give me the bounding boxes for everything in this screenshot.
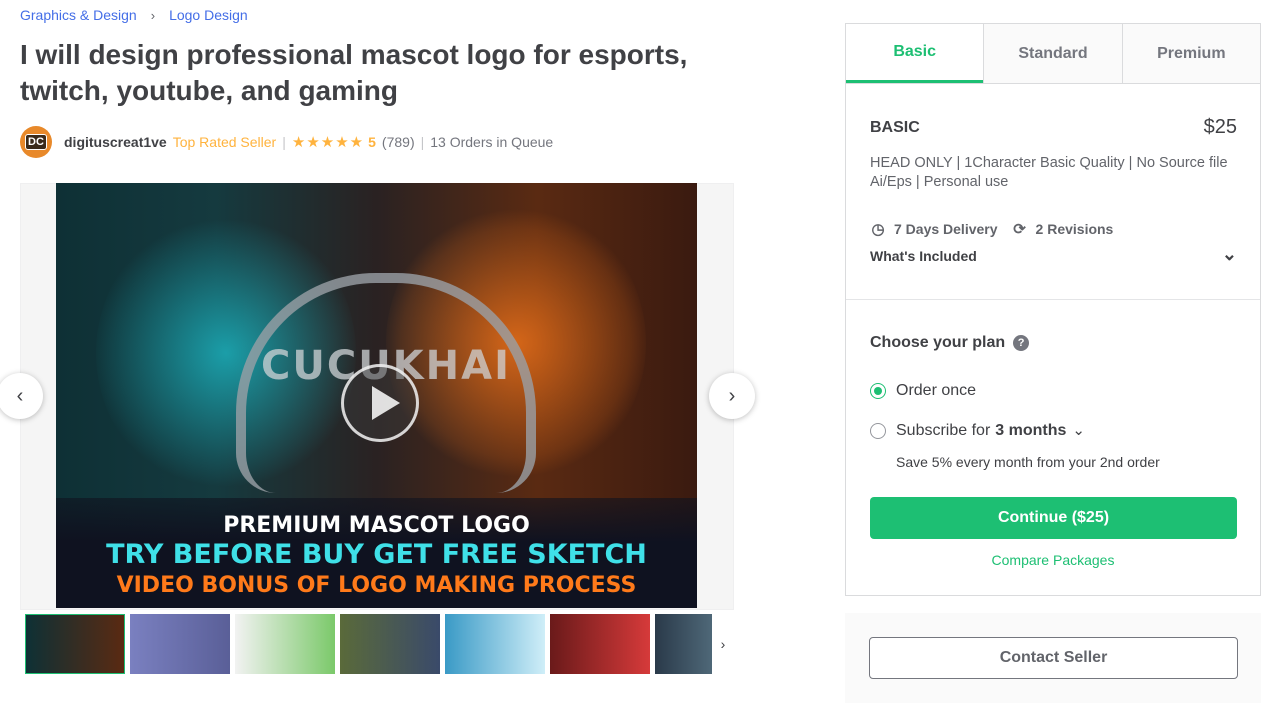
breadcrumb-category[interactable]: Graphics & Design <box>20 7 137 23</box>
promo-line-2: TRY BEFORE BUY GET FREE SKETCH <box>106 539 647 570</box>
rating-score: 5 <box>368 134 376 150</box>
tab-basic[interactable]: Basic <box>846 24 984 83</box>
chevron-down-icon: ⌄ <box>1072 422 1085 439</box>
chevron-right-icon: › <box>720 636 726 652</box>
package-price: $25 <box>1203 116 1237 138</box>
promo-line-1: PREMIUM MASCOT LOGO <box>223 513 530 538</box>
revisions-count: 2 Revisions <box>1035 221 1114 237</box>
whats-included-label: What's Included <box>870 248 977 264</box>
choose-plan-label: Choose your plan <box>870 334 1006 351</box>
subscribe-label: Subscribe for <box>896 422 991 439</box>
breadcrumb: Graphics & Design › Logo Design <box>20 7 248 23</box>
refresh-icon: ⟳ <box>1013 221 1026 238</box>
panel-divider <box>846 299 1260 300</box>
star-rating-icon: ★★★★★ <box>291 134 365 151</box>
gallery-thumbnail[interactable] <box>130 614 230 674</box>
subscribe-radio[interactable] <box>870 423 886 439</box>
package-tabs: Basic Standard Premium <box>846 24 1260 84</box>
package-name: BASIC <box>870 118 920 136</box>
gallery-main-image[interactable]: CUCUKHAI PREMIUM MASCOT LOGO TRY BEFORE … <box>56 183 697 608</box>
chevron-left-icon: ‹ <box>16 384 24 407</box>
contact-seller-section: Contact Seller <box>845 613 1261 703</box>
choose-plan-heading: Choose your plan ? <box>870 334 1030 352</box>
subscribe-option[interactable]: Subscribe for 3 months ⌄ <box>870 422 1085 440</box>
order-once-label: Order once <box>896 382 977 399</box>
continue-button[interactable]: Continue ($25) <box>870 497 1237 539</box>
package-meta: ◷ 7 Days Delivery ⟳ 2 Revisions <box>870 220 1113 238</box>
divider: | <box>282 134 286 150</box>
chevron-down-icon: ⌄ <box>1221 244 1237 264</box>
subscription-savings-note: Save 5% every month from your 2nd order <box>896 454 1160 470</box>
order-once-radio[interactable] <box>870 383 886 399</box>
clock-icon: ◷ <box>871 221 885 238</box>
divider: | <box>420 134 425 150</box>
avatar-initials: DC <box>25 134 47 150</box>
gallery-thumbnail[interactable] <box>235 614 335 674</box>
seller-overview: DC digituscreat1ve Top Rated Seller | ★★… <box>20 126 553 158</box>
thumbnails-next-button[interactable]: › <box>712 614 734 674</box>
promo-line-3: VIDEO BONUS OF LOGO MAKING PROCESS <box>116 573 637 598</box>
delivery-time: 7 Days Delivery <box>894 221 998 237</box>
gallery-thumbnail[interactable] <box>25 614 125 674</box>
chevron-right-icon: › <box>728 384 736 407</box>
review-count-link[interactable]: (789) <box>382 134 415 150</box>
package-description: HEAD ONLY | 1Character Basic Quality | N… <box>870 155 1228 190</box>
tab-premium[interactable]: Premium <box>1121 24 1260 83</box>
breadcrumb-subcategory[interactable]: Logo Design <box>169 7 248 23</box>
gig-title: I will design professional mascot logo f… <box>20 39 688 106</box>
seller-name-link[interactable]: digituscreat1ve <box>64 134 167 150</box>
gallery-thumbnail[interactable] <box>445 614 545 674</box>
contact-seller-button[interactable]: Contact Seller <box>869 637 1238 679</box>
gallery-next-button[interactable]: › <box>709 373 755 419</box>
gallery-thumbnail[interactable] <box>550 614 650 674</box>
package-header: BASIC $25 <box>870 116 1237 139</box>
order-once-option[interactable]: Order once <box>870 382 976 400</box>
package-panel: Basic Standard Premium BASIC $25 HEAD ON… <box>845 23 1261 596</box>
chevron-right-icon: › <box>150 7 156 23</box>
gallery-thumbnails <box>25 614 733 674</box>
whats-included-toggle[interactable]: What's Included ⌄ <box>870 244 1237 264</box>
gallery-thumbnail[interactable] <box>340 614 440 674</box>
seller-level-badge: Top Rated Seller <box>172 134 277 150</box>
seller-avatar[interactable]: DC <box>20 126 52 158</box>
help-icon[interactable]: ? <box>1013 335 1030 351</box>
subscribe-period-select[interactable]: 3 months <box>995 422 1066 440</box>
orders-in-queue: 13 Orders in Queue <box>430 134 554 150</box>
play-icon[interactable] <box>341 364 419 442</box>
tab-standard[interactable]: Standard <box>983 24 1122 83</box>
compare-packages-link[interactable]: Compare Packages <box>846 552 1260 568</box>
